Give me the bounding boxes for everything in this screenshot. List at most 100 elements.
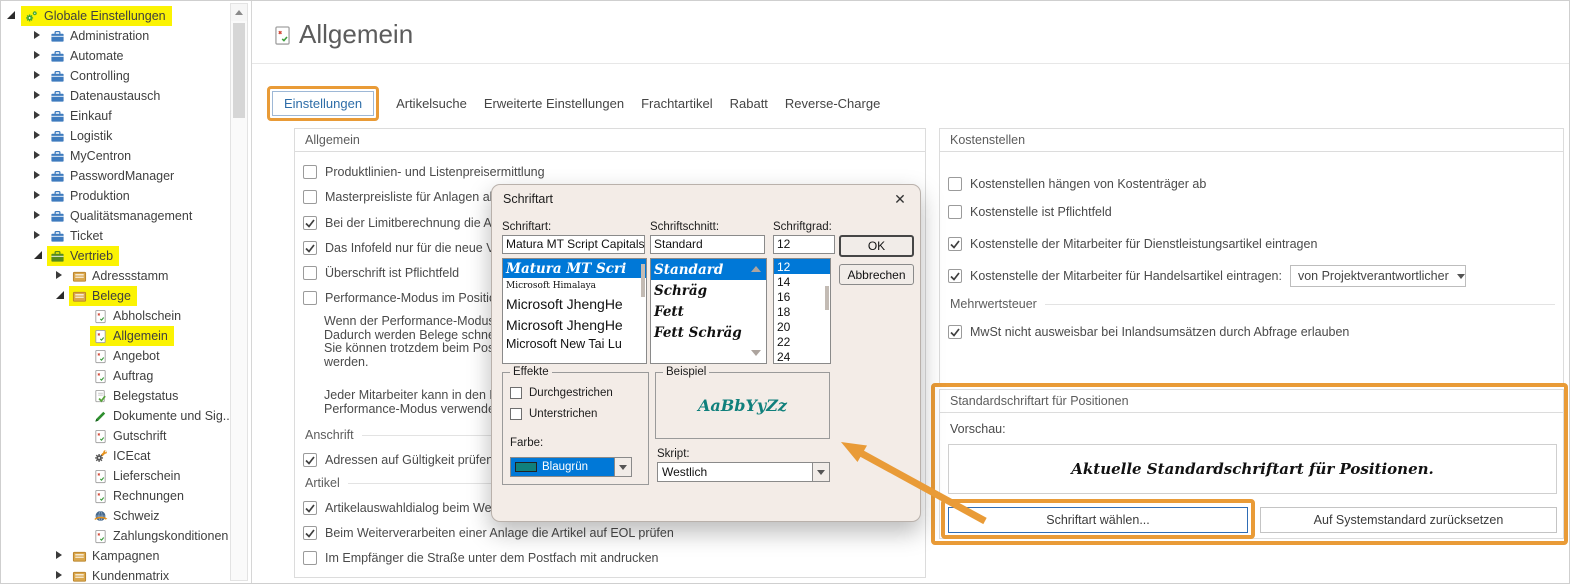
tree-item-ticket[interactable]: Ticket bbox=[1, 226, 229, 246]
style-option-1[interactable]: Schräg bbox=[651, 280, 766, 301]
tree-item-body[interactable]: Ticket bbox=[47, 226, 109, 246]
tree-item-body[interactable]: Kundenmatrix bbox=[69, 566, 175, 584]
tree-item-body[interactable]: MyCentron bbox=[47, 146, 137, 166]
color-dropdown-button[interactable] bbox=[614, 458, 631, 476]
tree-item-body[interactable]: Logistik bbox=[47, 126, 118, 146]
tree-item-body[interactable]: Zahlungskonditionen bbox=[90, 526, 234, 546]
font-option-2[interactable]: Microsoft JhengHe bbox=[503, 293, 646, 314]
tree-item-body[interactable]: Controlling bbox=[47, 66, 136, 86]
tree-item-body[interactable]: Automate bbox=[47, 46, 130, 66]
tree-item-qualit-tsmanagement[interactable]: Qualitätsmanagement bbox=[1, 206, 229, 226]
allgemein-opt-1-checkbox[interactable] bbox=[303, 190, 317, 204]
tree-item-body[interactable]: Auftrag bbox=[90, 366, 159, 386]
size-list[interactable]: 12141618202224 bbox=[773, 258, 831, 364]
expand-icon[interactable] bbox=[56, 571, 62, 579]
tree-item-belegstatus[interactable]: Belegstatus bbox=[1, 386, 229, 406]
tree-item-passwordmanager[interactable]: PasswordManager bbox=[1, 166, 229, 186]
tree-item-kampagnen[interactable]: Kampagnen bbox=[1, 546, 229, 566]
tree-item-body[interactable]: ICEcat bbox=[90, 446, 157, 466]
expand-icon[interactable] bbox=[34, 131, 40, 139]
tab-einstellungen[interactable]: Einstellungen bbox=[272, 91, 374, 116]
tree-item-controlling[interactable]: Controlling bbox=[1, 66, 229, 86]
tree-item-dokumente-und-sig[interactable]: Dokumente und Sig... bbox=[1, 406, 229, 426]
kosten-opt-0-checkbox[interactable] bbox=[948, 177, 962, 191]
size-option-16[interactable]: 16 bbox=[774, 289, 830, 304]
kosten-opt-3-dropdown[interactable]: von Projektverantwortlicher bbox=[1290, 265, 1466, 287]
artikel-opt-2-checkbox[interactable] bbox=[303, 551, 317, 565]
tree-item-datenaustausch[interactable]: Datenaustausch bbox=[1, 86, 229, 106]
tree-item-body[interactable]: Vertrieb bbox=[47, 246, 119, 266]
allgemein-opt-2-checkbox[interactable] bbox=[303, 216, 317, 230]
expand-icon[interactable] bbox=[34, 51, 40, 59]
tree-item-body[interactable]: Schweiz bbox=[90, 506, 166, 526]
size-option-24[interactable]: 24 bbox=[774, 349, 830, 364]
tree-item-vertrieb[interactable]: Vertrieb bbox=[1, 246, 229, 266]
allgemein-opt-4-checkbox[interactable] bbox=[303, 266, 317, 280]
reset-font-button[interactable]: Auf Systemstandard zurücksetzen bbox=[1260, 507, 1557, 533]
tab-reverse-charge[interactable]: Reverse-Charge bbox=[785, 96, 880, 111]
tree-item-abholschein[interactable]: Abholschein bbox=[1, 306, 229, 326]
scrollbar-thumb[interactable] bbox=[233, 23, 245, 118]
style-option-2[interactable]: Fett bbox=[651, 301, 766, 322]
tree-item-body[interactable]: Lieferschein bbox=[90, 466, 186, 486]
tree-item-produktion[interactable]: Produktion bbox=[1, 186, 229, 206]
style-option-0[interactable]: Standard bbox=[651, 259, 766, 280]
font-list[interactable]: Matura MT ScriMicrosoft HimalayaMicrosof… bbox=[502, 258, 647, 364]
expand-icon[interactable] bbox=[34, 171, 40, 179]
artikel-opt-1-checkbox[interactable] bbox=[303, 526, 317, 540]
font-option-4[interactable]: Microsoft New Tai Lu bbox=[503, 335, 646, 353]
tree-item-allgemein[interactable]: Allgemein bbox=[1, 326, 229, 346]
tree-item-belege[interactable]: Belege bbox=[1, 286, 229, 306]
tree-item-body[interactable]: Qualitätsmanagement bbox=[47, 206, 198, 226]
kosten-opt-3-checkbox[interactable] bbox=[948, 269, 962, 283]
allgemein-opt-0-checkbox[interactable] bbox=[303, 165, 317, 179]
size-option-20[interactable]: 20 bbox=[774, 319, 830, 334]
tree-item-body[interactable]: Kampagnen bbox=[69, 546, 165, 566]
tree-item-automate[interactable]: Automate bbox=[1, 46, 229, 66]
tree-item-body[interactable]: Belege bbox=[69, 286, 137, 306]
font-option-1[interactable]: Microsoft Himalaya bbox=[503, 278, 646, 293]
font-option-0[interactable]: Matura MT Scri bbox=[503, 259, 646, 278]
size-input[interactable]: 12 bbox=[773, 235, 835, 254]
expand-icon[interactable] bbox=[34, 91, 40, 99]
size-option-18[interactable]: 18 bbox=[774, 304, 830, 319]
strikeout-checkbox[interactable] bbox=[510, 387, 522, 399]
tree-item-administration[interactable]: Administration bbox=[1, 26, 229, 46]
tree-item-kundenmatrix[interactable]: Kundenmatrix bbox=[1, 566, 229, 584]
tree-item-body[interactable]: Datenaustausch bbox=[47, 86, 166, 106]
tab-erweiterte-einstellungen[interactable]: Erweiterte Einstellungen bbox=[484, 96, 624, 111]
anschrift-opt-0-checkbox[interactable] bbox=[303, 453, 317, 467]
collapse-icon[interactable] bbox=[56, 291, 64, 299]
tree-item-globale-einstellungen[interactable]: Globale Einstellungen bbox=[1, 6, 229, 26]
font-option-3[interactable]: Microsoft JhengHe bbox=[503, 314, 646, 335]
tree-item-body[interactable]: Gutschrift bbox=[90, 426, 173, 446]
tree-item-icecat[interactable]: ICEcat bbox=[1, 446, 229, 466]
size-list-scrollbar[interactable] bbox=[825, 286, 829, 310]
close-icon[interactable]: ✕ bbox=[890, 189, 910, 209]
tree-item-body[interactable]: Abholschein bbox=[90, 306, 187, 326]
tree-item-body[interactable]: Einkauf bbox=[47, 106, 118, 126]
tree-item-body[interactable]: Angebot bbox=[90, 346, 166, 366]
tree-scrollbar[interactable] bbox=[230, 3, 248, 581]
tree-item-zahlungskonditionen[interactable]: Zahlungskonditionen bbox=[1, 526, 229, 546]
size-option-22[interactable]: 22 bbox=[774, 334, 830, 349]
font-input[interactable]: Matura MT Script Capitals bbox=[502, 235, 645, 254]
expand-icon[interactable] bbox=[34, 191, 40, 199]
tree-item-body[interactable]: Rechnungen bbox=[90, 486, 190, 506]
choose-font-button[interactable]: Schriftart wählen... bbox=[948, 507, 1248, 533]
color-combobox[interactable]: Blaugrün bbox=[510, 457, 632, 477]
expand-icon[interactable] bbox=[34, 111, 40, 119]
tab-frachtartikel[interactable]: Frachtartikel bbox=[641, 96, 713, 111]
tab-artikelsuche[interactable]: Artikelsuche bbox=[396, 96, 467, 111]
kosten-opt-1-checkbox[interactable] bbox=[948, 205, 962, 219]
script-combobox[interactable]: Westlich bbox=[657, 462, 830, 482]
tree-item-lieferschein[interactable]: Lieferschein bbox=[1, 466, 229, 486]
collapse-icon[interactable] bbox=[34, 251, 42, 259]
underline-checkbox[interactable] bbox=[510, 408, 522, 420]
allgemein-opt-5-checkbox[interactable] bbox=[303, 291, 317, 305]
scroll-up-icon[interactable] bbox=[751, 266, 761, 272]
tree-item-gutschrift[interactable]: Gutschrift bbox=[1, 426, 229, 446]
tree-item-body[interactable]: Administration bbox=[47, 26, 155, 46]
script-dropdown-button[interactable] bbox=[812, 463, 829, 481]
tree-item-einkauf[interactable]: Einkauf bbox=[1, 106, 229, 126]
